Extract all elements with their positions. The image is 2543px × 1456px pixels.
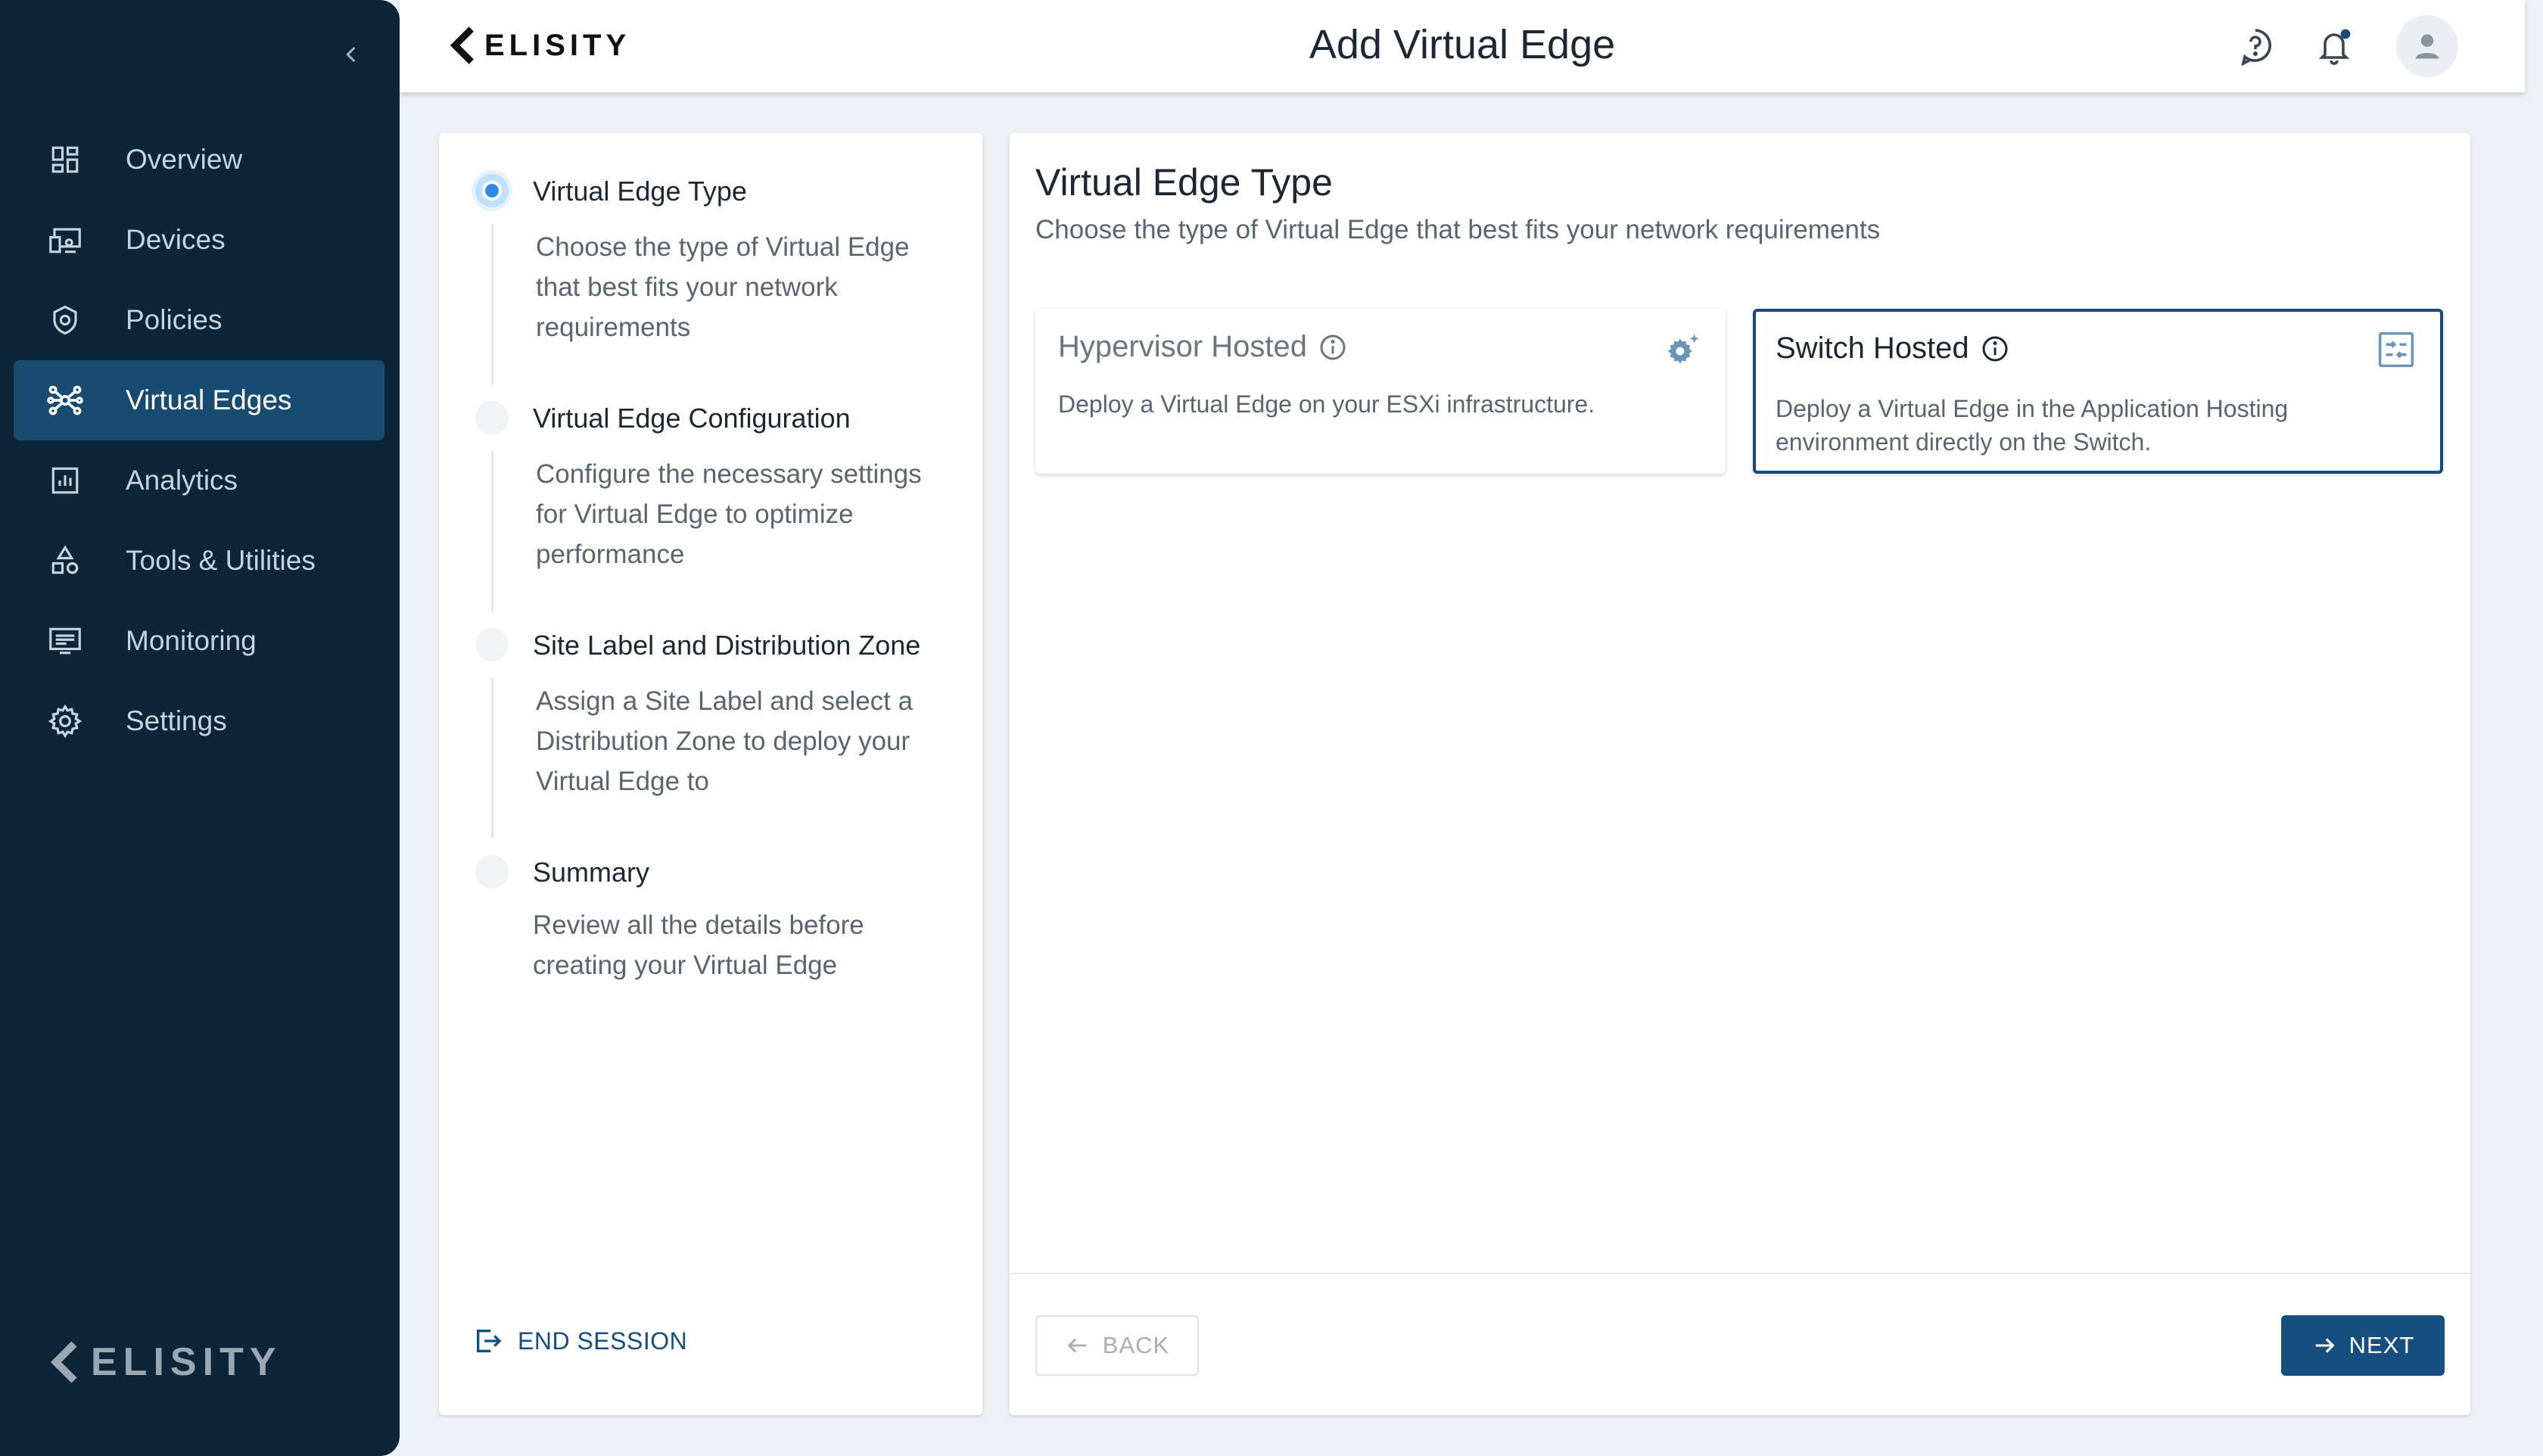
sidebar-item-devices[interactable]: Devices (14, 200, 384, 280)
switch-hosted-card[interactable]: Switch Hosted Deploy a Virtual Edge in t… (1753, 309, 2443, 474)
step-title[interactable]: Virtual Edge Configuration (533, 403, 851, 434)
logout-icon (477, 1330, 502, 1352)
sidebar-item-label: Tools & Utilities (126, 545, 316, 576)
step-indicator (475, 401, 509, 434)
step-indicator-active (475, 174, 509, 207)
stepper-panel: Virtual Edge Type Choose the type of Vir… (439, 133, 982, 1415)
devices-icon (47, 222, 83, 258)
hypervisor-hosted-card[interactable]: Hypervisor Hosted Deploy a Virtual Edge … (1035, 309, 1726, 474)
monitor-icon (47, 623, 83, 659)
sidebar-item-label: Monitoring (126, 625, 257, 656)
step-title[interactable]: Virtual Edge Type (533, 176, 747, 207)
step-connector (491, 224, 493, 384)
step-description: Configure the necessary settings for Vir… (536, 459, 922, 569)
step-indicator (475, 855, 509, 888)
section-subtitle: Choose the type of Virtual Edge that bes… (1035, 215, 1881, 244)
info-icon[interactable] (1980, 334, 2010, 364)
sidebar-item-label: Settings (126, 705, 227, 736)
gear-icon (47, 703, 83, 739)
page-title: Add Virtual Edge (1309, 22, 1616, 67)
user-avatar-icon (2415, 34, 2439, 59)
next-button-label: NEXT (2348, 1332, 2415, 1358)
shield-icon (47, 302, 83, 338)
gear-sparkle-icon (1662, 328, 1704, 371)
sidebar-item-label: Policies (126, 304, 223, 335)
card-title: Hypervisor Hosted (1058, 330, 1348, 364)
sidebar-item-overview[interactable]: Overview (14, 120, 384, 200)
end-session-label: END SESSION (518, 1327, 688, 1355)
sidebar-item-label: Devices (126, 224, 226, 255)
sidebar-item-label: Overview (126, 144, 243, 175)
help-icon (2241, 29, 2271, 67)
elisity-chevron-logo (50, 1341, 77, 1383)
sidebar-item-virtual-edges[interactable]: Virtual Edges (14, 360, 384, 440)
sidebar-item-settings[interactable]: Settings (14, 681, 384, 761)
sidebar-collapse-button[interactable] (333, 36, 369, 73)
notification-bell-icon (2318, 29, 2351, 65)
dashboard-icon (47, 142, 83, 178)
analytics-icon (47, 462, 83, 499)
step-title[interactable]: Site Label and Distribution Zone (533, 630, 920, 661)
back-button[interactable]: BACK (1035, 1315, 1199, 1376)
sidebar-item-monitoring[interactable]: Monitoring (14, 601, 384, 681)
card-description: Deploy a Virtual Edge on your ESXi infra… (1058, 390, 1595, 418)
info-icon[interactable] (1318, 332, 1348, 362)
back-button-label: BACK (1102, 1332, 1170, 1358)
card-title: Switch Hosted (1776, 331, 2010, 366)
sidebar-brand-name: ELISITY (91, 1340, 282, 1384)
sidebar-brand-logo: ELISITY (50, 1339, 282, 1385)
card-title-text: Switch Hosted (1776, 331, 1969, 365)
step-description: Choose the type of Virtual Edge that bes… (536, 232, 910, 342)
footer-divider (1010, 1273, 2470, 1274)
section-title: Virtual Edge Type (1035, 161, 1333, 204)
help-button[interactable] (2234, 26, 2277, 68)
sidebar-item-analytics[interactable]: Analytics (14, 440, 384, 521)
step-indicator (475, 628, 509, 661)
network-hub-icon (47, 382, 83, 418)
user-avatar[interactable] (2396, 15, 2458, 77)
step-connector (491, 678, 493, 838)
next-button[interactable]: NEXT (2281, 1315, 2445, 1376)
sidebar: Overview Devices Policies Virtual Edges … (0, 0, 400, 1456)
switch-settings-icon (2375, 328, 2417, 371)
arrow-left-icon (1067, 1338, 1087, 1353)
main-panel: Virtual Edge Type Choose the type of Vir… (1010, 133, 2470, 1415)
top-header: ELISITY Add Virtual Edge (400, 0, 2525, 92)
notifications-button[interactable] (2314, 26, 2357, 68)
step-description: Assign a Site Label and select a Distrib… (536, 686, 914, 796)
step-connector (491, 451, 493, 611)
sidebar-item-label: Virtual Edges (126, 384, 292, 415)
sidebar-item-tools-utilities[interactable]: Tools & Utilities (14, 521, 384, 601)
chevron-left-icon (346, 47, 356, 62)
sidebar-item-label: Analytics (126, 465, 238, 496)
arrow-right-icon (2315, 1338, 2335, 1353)
card-title-text: Hypervisor Hosted (1058, 330, 1308, 363)
step-title[interactable]: Summary (533, 857, 649, 888)
card-description: Deploy a Virtual Edge in the Application… (1776, 395, 2289, 456)
step-description: Review all the details before creating y… (533, 910, 864, 980)
end-session-button[interactable]: END SESSION (472, 1326, 687, 1356)
sidebar-nav: Overview Devices Policies Virtual Edges … (14, 120, 384, 761)
sidebar-item-policies[interactable]: Policies (14, 280, 384, 360)
tools-icon (47, 543, 83, 579)
